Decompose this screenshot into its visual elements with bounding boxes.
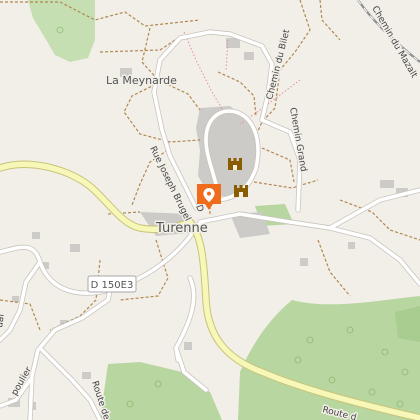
road-shield-label: D 150E3 (91, 280, 134, 291)
street-label-ual: ual (0, 313, 7, 328)
castle-poi-2[interactable]: castle (234, 185, 248, 197)
map-canvas[interactable]: Rue Joseph Brugel Chemin du Bilet Chemin… (0, 0, 420, 420)
place-label-turenne: Turenne (155, 221, 208, 236)
place-label-la-meynarde: La Meynarde (106, 74, 177, 87)
map-svg[interactable]: Rue Joseph Brugel Chemin du Bilet Chemin… (0, 0, 420, 420)
street-label-chemin-du-mazalt: Chemin du Mazalt (369, 5, 418, 81)
castle-poi-1[interactable]: castle (228, 158, 242, 170)
road-shield-d150e3: D 150E3 (87, 275, 137, 293)
